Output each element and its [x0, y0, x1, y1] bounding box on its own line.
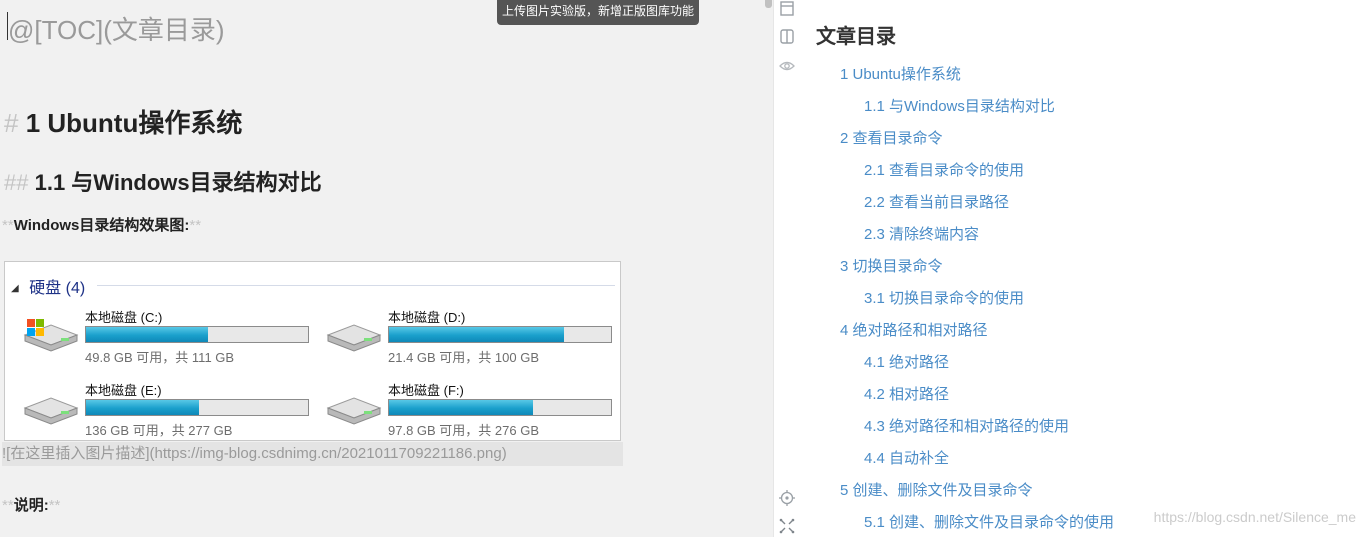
toc-link[interactable]: 4.1 绝对路径 [774, 347, 1334, 379]
toc-link[interactable]: 1 Ubuntu操作系统 [774, 59, 1334, 91]
layout-icon[interactable] [778, 0, 796, 18]
toc-link[interactable]: 4.3 绝对路径和相对路径的使用 [774, 411, 1334, 443]
toc-link[interactable]: 4.4 自动补全 [774, 443, 1334, 475]
disk-usage-fill [389, 327, 565, 342]
disk-info: 21.4 GB 可用，共 100 GB [388, 350, 540, 365]
editor-scrollbar-thumb[interactable] [765, 0, 772, 8]
disk-name: 本地磁盘 (E:) [85, 383, 162, 398]
disk-usage-bar [85, 399, 309, 416]
upload-tooltip: 上传图片实验版，新增正版图库功能 [497, 0, 699, 25]
watermark: https://blog.csdn.net/Silence_me [1153, 509, 1356, 525]
disk-c: 本地磁盘 (C:) 49.8 GB 可用，共 111 GB [21, 307, 321, 367]
toc-link[interactable]: 2.1 查看目录命令的使用 [774, 155, 1334, 187]
disk-group-count: (4) [65, 280, 86, 297]
windows-drive-icon [23, 319, 79, 352]
heading-1[interactable]: # 1 Ubuntu操作系统 [4, 103, 242, 140]
heading-2-text: 1.1 与Windows目录结构对比 [34, 170, 322, 195]
toc-link[interactable]: 5 创建、删除文件及目录命令 [774, 475, 1334, 507]
bold-marker-open: ** [2, 497, 14, 514]
disk-e: 本地磁盘 (E:) 136 GB 可用，共 277 GB [21, 380, 321, 440]
disk-f: 本地磁盘 (F:) 97.8 GB 可用，共 276 GB [324, 380, 624, 440]
toc-link[interactable]: 2 查看目录命令 [774, 123, 1334, 155]
disk-group-header: ◢ 硬盘 (4) [11, 274, 85, 298]
toc-link[interactable]: 2.2 查看当前目录路径 [774, 187, 1334, 219]
hard-drive-icon [23, 397, 79, 425]
explain-label: 说明: [13, 497, 49, 514]
disk-usage-bar [85, 326, 309, 343]
group-divider [97, 285, 615, 286]
toc-link[interactable]: 4.2 相对路径 [774, 379, 1334, 411]
markdown-editor[interactable]: @[TOC](文章目录) # 1 Ubuntu操作系统 ## 1.1 与Wind… [0, 0, 764, 537]
disk-name: 本地磁盘 (C:) [85, 310, 163, 325]
hard-drive-icon [326, 397, 382, 425]
heading-2[interactable]: ## 1.1 与Windows目录结构对比 [4, 165, 322, 197]
disk-usage-fill [86, 327, 209, 342]
disk-name: 本地磁盘 (D:) [388, 310, 466, 325]
image-markdown-line[interactable]: ![在这里插入图片描述](https://img-blog.csdnimg.cn… [2, 442, 623, 466]
disk-info: 136 GB 可用，共 277 GB [85, 423, 233, 438]
embedded-image[interactable]: ◢ 硬盘 (4) 本地磁盘 (C:) 49.8 GB 可用，共 111 GB 本… [4, 261, 621, 441]
windows-caption: Windows目录结构效果图: [13, 217, 190, 234]
disk-info: 97.8 GB 可用，共 276 GB [388, 423, 540, 438]
heading-1-text: 1 Ubuntu操作系统 [25, 108, 243, 138]
bold-marker-open: ** [2, 217, 14, 234]
disk-usage-fill [86, 400, 200, 415]
disk-info: 49.8 GB 可用，共 111 GB [85, 350, 235, 365]
split-view-icon[interactable] [778, 28, 796, 46]
toc-title: 文章目录 [816, 26, 896, 48]
toc-link[interactable]: 3.1 切换目录命令的使用 [774, 283, 1334, 315]
bold-marker-close: ** [189, 217, 202, 234]
toc-link[interactable]: 4 绝对路径和相对路径 [774, 315, 1334, 347]
toc-link[interactable]: 1.1 与Windows目录结构对比 [774, 91, 1334, 123]
disk-d: 本地磁盘 (D:) 21.4 GB 可用，共 100 GB [324, 307, 624, 367]
bold-marker-close: ** [48, 497, 61, 514]
bold-line-windows[interactable]: **Windows目录结构效果图:** [2, 214, 201, 235]
toc-directive[interactable]: @[TOC](文章目录) [8, 10, 225, 47]
toc-link[interactable]: 2.3 清除终端内容 [774, 219, 1334, 251]
toc-list: 1 Ubuntu操作系统 1.1 与Windows目录结构对比 2 查看目录命令 2.… [774, 59, 1334, 537]
heading-1-marker: # [4, 108, 19, 138]
bold-line-explain[interactable]: **说明:** [2, 494, 60, 515]
disk-name: 本地磁盘 (F:) [388, 383, 464, 398]
preview-pane: 文章目录 1 Ubuntu操作系统 1.1 与Windows目录结构对比 2 查看目… [773, 0, 1364, 537]
disk-usage-fill [389, 400, 534, 415]
disk-usage-bar [388, 326, 612, 343]
disk-usage-bar [388, 399, 612, 416]
heading-2-marker: ## [4, 170, 29, 195]
editor-scrollbar-track[interactable] [764, 0, 773, 537]
collapse-triangle-icon: ◢ [11, 283, 19, 294]
toc-link[interactable]: 3 切换目录命令 [774, 251, 1334, 283]
disk-group-title: 硬盘 [29, 280, 62, 297]
hard-drive-icon [326, 324, 382, 352]
